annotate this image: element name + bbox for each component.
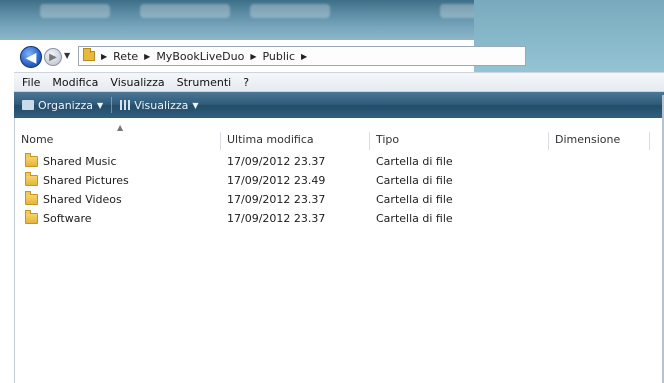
file-name: Shared Pictures [43, 174, 129, 187]
file-modified: 17/09/2012 23.37 [227, 193, 326, 206]
breadcrumb-item[interactable]: Public [262, 50, 295, 63]
organize-button[interactable]: Organizza ▼ [22, 99, 103, 112]
folder-icon [25, 210, 38, 224]
command-toolbar: Organizza ▼ Visualizza ▼ [14, 92, 664, 118]
organize-icon [22, 100, 34, 110]
menu-item-strumenti[interactable]: Strumenti [177, 76, 232, 89]
view-grid-icon [120, 100, 131, 110]
view-button[interactable]: Visualizza ▼ [120, 98, 199, 112]
folder-icon [83, 48, 95, 61]
address-row: ◀ ▶ ▼ ▶ Rete ▶ MyBookLiveDuo ▶ Public ▶ [14, 42, 664, 72]
file-modified: 17/09/2012 23.37 [227, 212, 326, 225]
file-row[interactable]: Shared Videos 17/09/2012 23.37 Cartella … [15, 190, 664, 209]
menu-item-modifica[interactable]: Modifica [52, 76, 98, 89]
menu-item-help[interactable]: ? [243, 76, 249, 89]
breadcrumb-separator-icon[interactable]: ▶ [101, 52, 107, 61]
column-header-size[interactable]: Dimensione [549, 128, 649, 152]
address-bar[interactable]: ▶ Rete ▶ MyBookLiveDuo ▶ Public ▶ [78, 46, 526, 66]
file-type: Cartella di file [376, 174, 453, 187]
breadcrumb-separator-icon[interactable]: ▶ [144, 52, 150, 61]
recent-pages-dropdown-icon[interactable]: ▼ [64, 51, 70, 60]
breadcrumb-separator-icon[interactable]: ▶ [301, 52, 307, 61]
back-arrow-icon[interactable]: ◀ [20, 46, 42, 68]
column-header-name[interactable]: Nome [15, 128, 220, 152]
file-name: Shared Music [43, 155, 117, 168]
breadcrumb-item[interactable]: Rete [113, 50, 138, 63]
folder-icon [25, 172, 38, 186]
breadcrumb-item[interactable]: MyBookLiveDuo [156, 50, 244, 63]
column-header-modified[interactable]: Ultima modifica [221, 128, 369, 152]
folder-icon [25, 191, 38, 205]
forward-arrow-icon[interactable]: ▶ [44, 48, 62, 66]
file-row[interactable]: Shared Pictures 17/09/2012 23.49 Cartell… [15, 171, 664, 190]
file-type: Cartella di file [376, 212, 453, 225]
menu-item-file[interactable]: File [22, 76, 40, 89]
file-name: Shared Videos [43, 193, 122, 206]
file-name: Software [43, 212, 92, 225]
file-type: Cartella di file [376, 193, 453, 206]
file-list: ▲ Nome Ultima modifica Tipo Dimensione S… [14, 118, 664, 383]
menu-bar: File Modifica Visualizza Strumenti ? [14, 72, 664, 92]
file-row[interactable]: Software 17/09/2012 23.37 Cartella di fi… [15, 209, 664, 228]
column-headers: ▲ Nome Ultima modifica Tipo Dimensione [15, 123, 664, 152]
file-type: Cartella di file [376, 155, 453, 168]
chevron-down-icon: ▼ [97, 100, 104, 110]
file-modified: 17/09/2012 23.49 [227, 174, 326, 187]
breadcrumb-separator-icon[interactable]: ▶ [250, 52, 256, 61]
chevron-down-icon: ▼ [192, 100, 199, 110]
toolbar-divider [111, 97, 113, 113]
file-modified: 17/09/2012 23.37 [227, 155, 326, 168]
column-divider[interactable] [649, 132, 650, 150]
view-label: Visualizza [134, 98, 189, 112]
folder-icon [25, 153, 38, 167]
menu-item-visualizza[interactable]: Visualizza [110, 76, 164, 89]
organize-label: Organizza [38, 98, 94, 112]
file-row[interactable]: Shared Music 17/09/2012 23.37 Cartella d… [15, 152, 664, 171]
column-header-type[interactable]: Tipo [370, 128, 548, 152]
